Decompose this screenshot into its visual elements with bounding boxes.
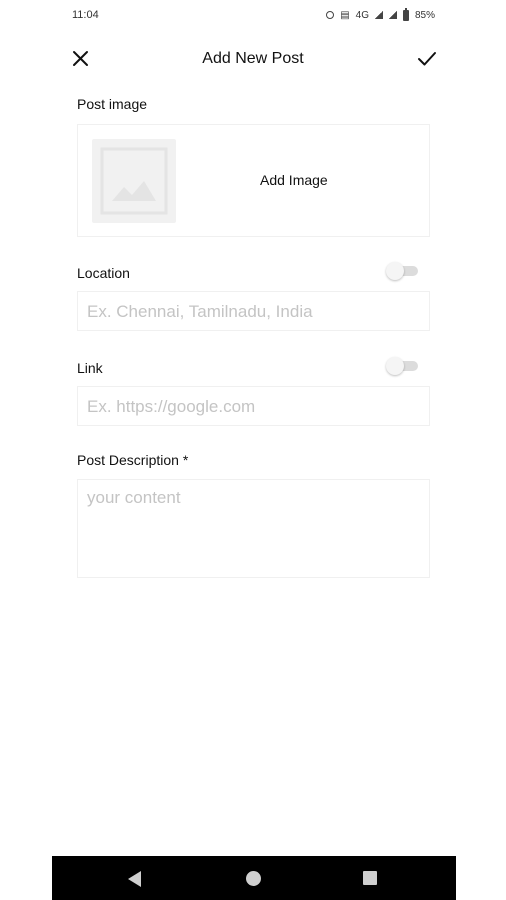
location-input[interactable]: Ex. Chennai, Tamilnadu, India [77,291,430,331]
link-toggle[interactable] [386,357,418,375]
location-toggle[interactable] [386,262,418,280]
toggle-knob [386,262,404,280]
battery-percent: 85% [414,9,435,21]
battery-icon [402,7,409,21]
signal-icon-2 [388,11,397,19]
location-label: Location [77,265,130,281]
toggle-knob [386,357,404,375]
back-triangle-icon[interactable] [128,871,141,887]
check-icon [418,52,436,66]
description-textarea[interactable]: your content [77,479,430,578]
description-label: Post Description * [77,452,189,468]
status-icons: ▤ 4G 85% [326,7,435,22]
status-bar: 11:04 ▤ 4G 85% [0,0,506,30]
home-circle-icon[interactable] [246,871,261,886]
image-icon [100,147,168,215]
status-time: 11:04 [72,9,99,21]
app-bar: Add New Post [0,40,506,80]
alarm-icon [326,11,335,19]
link-label: Link [77,360,103,376]
recents-square-icon[interactable] [363,871,377,885]
add-image-button[interactable]: Add Image [260,172,328,188]
network-type: 4G [355,9,369,21]
post-image-label: Post image [77,96,148,112]
confirm-button[interactable] [414,46,440,72]
system-nav-bar [52,856,456,900]
link-input[interactable]: Ex. https://google.com [77,386,430,426]
add-image-area[interactable]: Add Image [77,124,430,237]
image-placeholder [92,139,176,223]
volte-icon: ▤ [340,9,350,21]
signal-icon [374,11,383,19]
